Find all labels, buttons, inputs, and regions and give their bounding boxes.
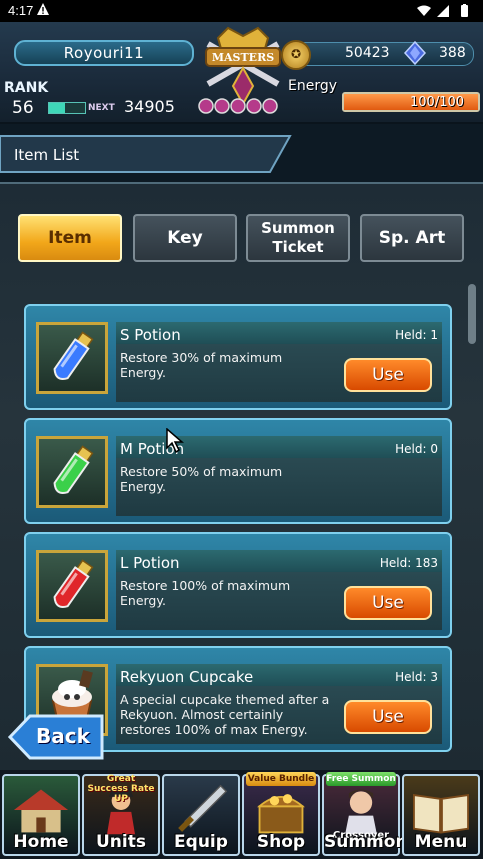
player-header: Royouri11 RANK 56 NEXT 34905 MASTERS ✪ 5…: [0, 22, 483, 124]
nav-label: Menu: [414, 832, 468, 852]
nav-label: Shop: [256, 832, 306, 852]
energy-label: Energy: [288, 78, 338, 94]
nav-equip[interactable]: Equip: [162, 774, 240, 856]
signal-battery-icons: [417, 4, 468, 17]
item-card[interactable]: L Potion Held: 183 Restore 100% of maxim…: [24, 532, 452, 638]
item-name: Rekyuon Cupcake: [120, 668, 254, 686]
currency-panel: ✪ 50423 388: [281, 40, 474, 70]
gil-value: 50423: [345, 45, 390, 61]
item-description: A special cupcake themed after a Rekyuon…: [120, 692, 330, 737]
tab-item[interactable]: Item: [18, 214, 122, 262]
status-time: 4:17: [8, 3, 34, 18]
nav-summon[interactable]: Free Summon Crossover Summon: [322, 772, 408, 856]
back-button[interactable]: Back: [8, 714, 104, 760]
next-exp-value: 34905: [124, 97, 175, 116]
nav-badge: Great Success Rate UP: [87, 774, 155, 804]
use-button[interactable]: Use: [344, 586, 432, 620]
nav-label: Equip: [174, 832, 228, 852]
item-name: L Potion: [120, 554, 180, 572]
item-card[interactable]: M Potion Held: 0 Restore 50% of maximum …: [24, 418, 452, 524]
nav-label: Summon: [324, 832, 408, 852]
alert-icon: [37, 3, 49, 15]
potion-icon: [39, 325, 105, 395]
back-label: Back: [36, 724, 90, 748]
item-description: Restore 50% of maximum Energy.: [120, 464, 283, 494]
mouse-cursor-icon: [166, 428, 184, 454]
energy-orbs-icon: [198, 98, 278, 114]
item-held-count: Held: 183: [379, 556, 438, 570]
item-held-count: Held: 0: [395, 442, 438, 456]
nav-units[interactable]: Great Success Rate UP Units: [82, 774, 160, 856]
item-description: Restore 100% of maximum Energy.: [120, 578, 291, 608]
nav-badge: Value Bundle: [246, 772, 316, 786]
item-name: S Potion: [120, 326, 181, 344]
item-thumbnail: [36, 436, 108, 508]
tab-summon-ticket[interactable]: Summon Ticket: [246, 214, 350, 262]
use-button[interactable]: Use: [344, 358, 432, 392]
potion-icon: [39, 439, 105, 509]
exp-bar: [48, 102, 86, 114]
item-card[interactable]: S Potion Held: 1 Restore 30% of maximum …: [24, 304, 452, 410]
page-title: Item List: [14, 146, 80, 164]
nav-menu[interactable]: Menu: [402, 774, 480, 856]
nav-shop[interactable]: Value Bundle Shop: [242, 772, 320, 856]
nav-badge: Free Summon: [326, 772, 396, 786]
item-held-count: Held: 3: [395, 670, 438, 684]
item-thumbnail: [36, 550, 108, 622]
rank-label: RANK: [4, 80, 49, 96]
nav-label: Units: [96, 832, 146, 852]
bottom-nav: Home Great Success Rate UP Units Equip V…: [0, 770, 483, 859]
item-description: Restore 30% of maximum Energy.: [120, 350, 283, 380]
nav-label: Home: [13, 832, 69, 852]
title-bar: Item List: [0, 134, 300, 174]
lapis-crystal-icon: [403, 41, 427, 65]
tab-sp-art[interactable]: Sp. Art: [360, 214, 464, 262]
next-label: NEXT: [88, 103, 115, 113]
scrollbar[interactable]: [468, 284, 476, 344]
player-name[interactable]: Royouri11: [14, 40, 194, 66]
energy-value: 100/100: [410, 95, 465, 110]
crystal-value: 388: [439, 45, 466, 61]
item-thumbnail: [36, 322, 108, 394]
status-bar: 4:17: [0, 0, 483, 22]
nav-home[interactable]: Home: [2, 774, 80, 856]
gil-coin-icon: ✪: [281, 40, 311, 70]
exp-bar-fill: [49, 103, 66, 113]
tab-key[interactable]: Key: [133, 214, 237, 262]
rank-panel: RANK 56 NEXT 34905: [0, 78, 190, 118]
use-button[interactable]: Use: [344, 700, 432, 734]
item-held-count: Held: 1: [395, 328, 438, 342]
masters-label: MASTERS: [212, 51, 274, 64]
rank-value: 56: [12, 98, 34, 118]
potion-icon: [39, 553, 105, 623]
